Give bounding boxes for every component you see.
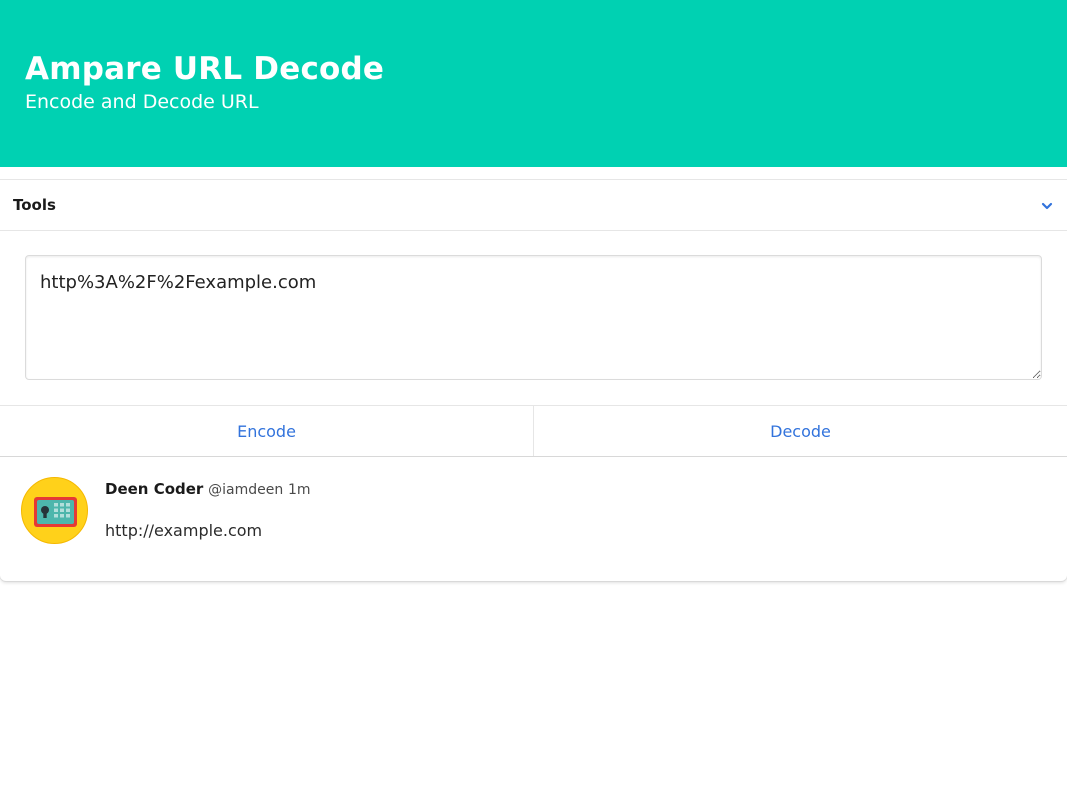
page-subtitle: Encode and Decode URL: [25, 91, 259, 113]
card-body: Deen Coder @iamdeen 1m http://example.co…: [105, 479, 311, 540]
author-handle: @iamdeen: [208, 482, 284, 498]
chevron-down-icon[interactable]: [1040, 198, 1054, 212]
tools-label: Tools: [13, 196, 56, 214]
result-text: http://example.com: [105, 521, 263, 540]
author-name: Deen Coder: [105, 480, 204, 498]
encode-button[interactable]: Encode: [0, 406, 533, 456]
hero-banner: Ampare URL Decode Encode and Decode URL: [0, 0, 1067, 167]
safe-icon: [21, 477, 88, 544]
page-title: Ampare URL Decode: [25, 51, 385, 87]
avatar: [21, 477, 88, 544]
url-input[interactable]: [25, 255, 1042, 380]
post-time: 1m: [287, 482, 311, 498]
url-input-wrapper: [25, 255, 1042, 380]
action-bar: Encode Decode: [0, 405, 1067, 457]
decode-button[interactable]: Decode: [533, 406, 1067, 456]
tools-dropdown[interactable]: Tools: [0, 179, 1067, 231]
author-line: Deen Coder @iamdeen 1m: [105, 479, 311, 500]
result-card: Deen Coder @iamdeen 1m http://example.co…: [0, 457, 1067, 581]
